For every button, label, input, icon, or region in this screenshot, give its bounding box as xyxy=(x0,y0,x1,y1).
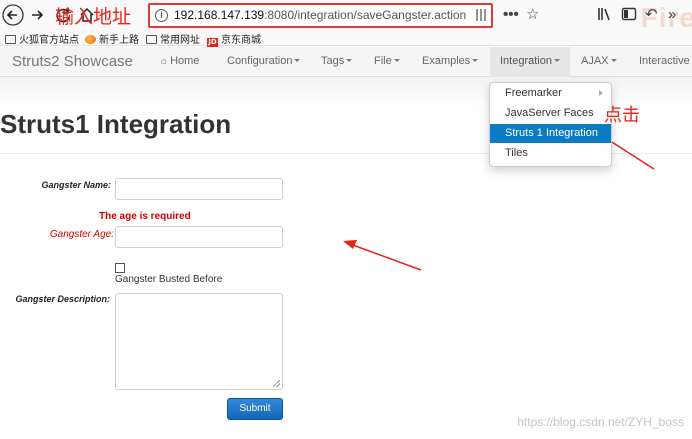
nav-label: Configuration xyxy=(227,55,293,67)
click-annotation: 点击 xyxy=(604,105,640,126)
gangster-name-input[interactable] xyxy=(115,178,283,200)
gangster-name-label: Gangster Name: xyxy=(41,180,111,190)
qr-code-icon[interactable] xyxy=(476,9,488,21)
gangster-age-label: Gangster Age: xyxy=(49,229,114,240)
firefox-icon xyxy=(85,35,96,44)
caret-down-icon xyxy=(472,59,479,62)
submit-button[interactable]: Submit xyxy=(227,398,283,420)
integration-dropdown-menu: Freemarker JavaServer Faces Struts 1 Int… xyxy=(489,82,612,167)
age-error-message: The age is required xyxy=(99,211,191,222)
menu-item-label: Freemarker xyxy=(505,87,562,99)
nav-label: Tags xyxy=(321,55,345,67)
url-path: :8080/integration/saveGangster.action xyxy=(264,8,467,22)
menu-item-label: Tiles xyxy=(505,147,528,159)
resize-handle-icon[interactable] xyxy=(273,380,280,387)
bookmarks-bar: 火狐官方站点 新手上路 常用网址 JD 京东商城 xyxy=(0,30,692,47)
overflow-icon[interactable]: » xyxy=(668,6,676,24)
info-icon[interactable]: i xyxy=(155,9,168,22)
sidebar-toggle-icon[interactable] xyxy=(621,6,637,27)
address-bar[interactable]: i 192.168.147.139:8080/integration/saveG… xyxy=(148,3,493,28)
nav-tags[interactable]: Tags xyxy=(321,55,353,67)
menu-item-freemarker[interactable]: Freemarker xyxy=(490,84,611,103)
bookmark-star-icon[interactable]: ☆ xyxy=(526,6,539,24)
back-button[interactable] xyxy=(2,4,24,26)
url-host: 192.168.147.139 xyxy=(174,8,265,22)
back-arrow-icon xyxy=(2,4,24,26)
bookmark-label: 常用网址 xyxy=(160,35,200,46)
nav-configuration[interactable]: Configuration xyxy=(227,55,301,67)
brand-link[interactable]: Struts2 Showcase xyxy=(12,53,133,70)
menu-item-jsf[interactable]: JavaServer Faces xyxy=(490,104,611,123)
bookmark-label: 火狐官方站点 xyxy=(19,35,79,46)
gangster-description-label: Gangster Description: xyxy=(15,294,110,304)
nav-label: Home xyxy=(170,55,200,67)
forward-button[interactable] xyxy=(26,4,48,26)
forward-arrow-icon xyxy=(32,10,44,20)
nav-label: File xyxy=(374,55,392,67)
bookmark-label: 新手上路 xyxy=(99,35,139,46)
nav-label: Integration xyxy=(500,55,552,67)
menu-item-tiles[interactable]: Tiles xyxy=(490,144,611,163)
bookmark-common-sites[interactable]: 常用网址 xyxy=(146,31,200,46)
menu-item-label: Struts 1 Integration xyxy=(505,127,598,139)
app-navbar: Struts2 Showcase ⌂ Home Configuration Ta… xyxy=(0,47,692,77)
bookmark-label: 京东商城 xyxy=(221,35,261,46)
caret-down-icon xyxy=(346,59,353,62)
menu-item-struts1-integration[interactable]: Struts 1 Integration xyxy=(490,124,611,143)
page-title: Struts1 Integration xyxy=(0,109,232,139)
nav-label: AJAX xyxy=(581,55,609,67)
gangster-description-textarea[interactable] xyxy=(115,293,283,390)
nav-home[interactable]: ⌂ Home xyxy=(161,55,199,67)
nav-label: Examples xyxy=(422,55,471,67)
menu-item-label: JavaServer Faces xyxy=(505,107,594,119)
nav-file[interactable]: File xyxy=(374,55,400,67)
home-icon: ⌂ xyxy=(161,56,168,67)
jd-icon: JD xyxy=(207,38,218,47)
submenu-arrow-icon xyxy=(599,90,603,96)
caret-down-icon xyxy=(553,59,560,62)
bookmark-getting-started[interactable]: 新手上路 xyxy=(85,31,139,46)
more-menu-icon[interactable]: ••• xyxy=(503,6,519,24)
busted-before-label: Gangster Busted Before xyxy=(115,274,223,285)
bookmark-jd[interactable]: JD 京东商城 xyxy=(207,31,261,47)
bookmark-official-site[interactable]: 火狐官方站点 xyxy=(5,31,79,46)
caret-down-icon xyxy=(610,59,617,62)
gangster-age-input[interactable] xyxy=(115,226,283,248)
url-text[interactable]: 192.168.147.139:8080/integration/saveGan… xyxy=(174,8,466,22)
folder-icon xyxy=(5,35,16,44)
nav-label: Interactive xyxy=(639,55,690,67)
browser-toolbar: 输入地址 i 192.168.147.139:8080/integration/… xyxy=(0,0,692,33)
undo-icon[interactable]: ↶ xyxy=(645,6,658,24)
nav-integration[interactable]: Integration xyxy=(490,47,570,77)
caret-down-icon xyxy=(393,59,400,62)
nav-ajax[interactable]: AJAX xyxy=(581,55,617,67)
folder-icon xyxy=(146,35,157,44)
blog-watermark: https://blog.csdn.net/ZYH_boss xyxy=(517,415,684,429)
library-icon[interactable] xyxy=(597,6,613,27)
arrow-to-form xyxy=(343,240,422,271)
caret-down-icon xyxy=(294,59,301,62)
busted-before-checkbox[interactable] xyxy=(115,263,125,273)
enter-url-annotation: 输入地址 xyxy=(55,6,132,28)
nav-interactive[interactable]: Interactive xyxy=(639,55,690,67)
nav-examples[interactable]: Examples xyxy=(422,55,479,67)
